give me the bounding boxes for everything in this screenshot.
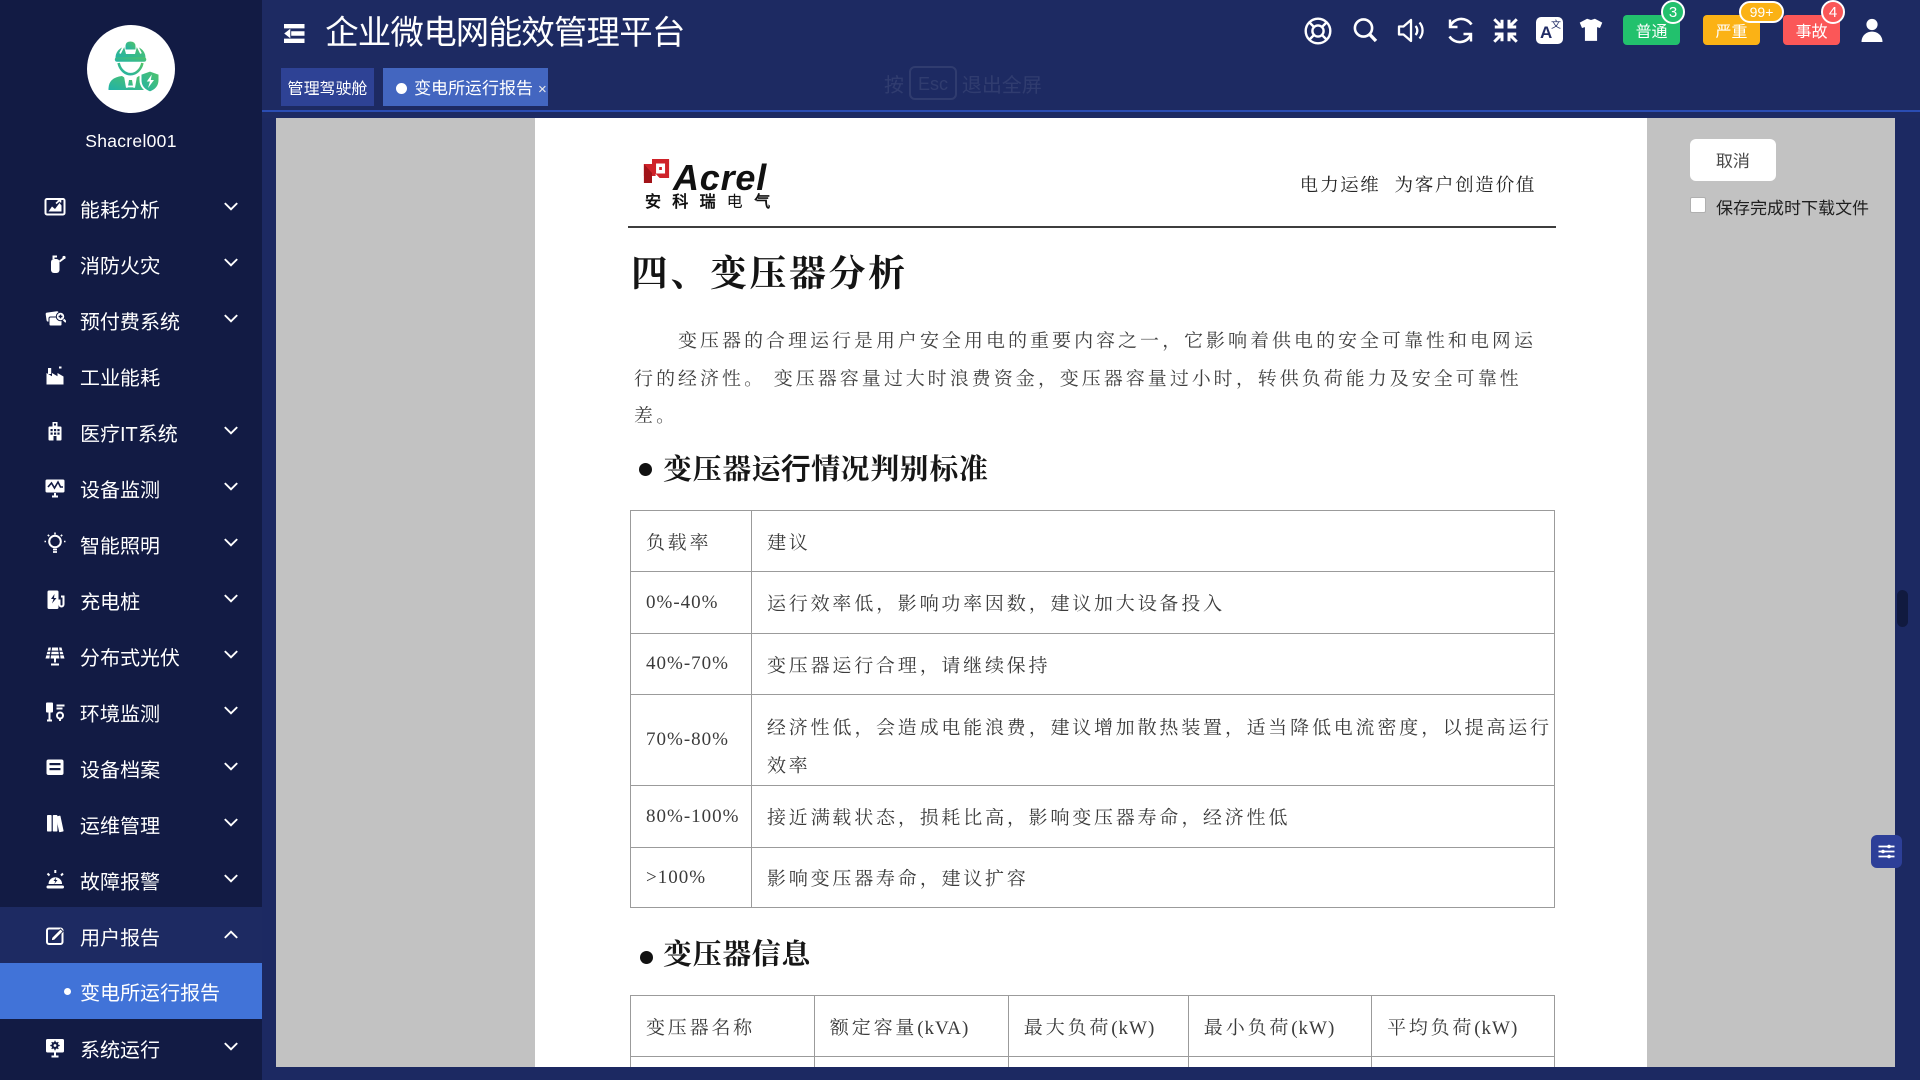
svg-text:文: 文 <box>1551 17 1562 31</box>
